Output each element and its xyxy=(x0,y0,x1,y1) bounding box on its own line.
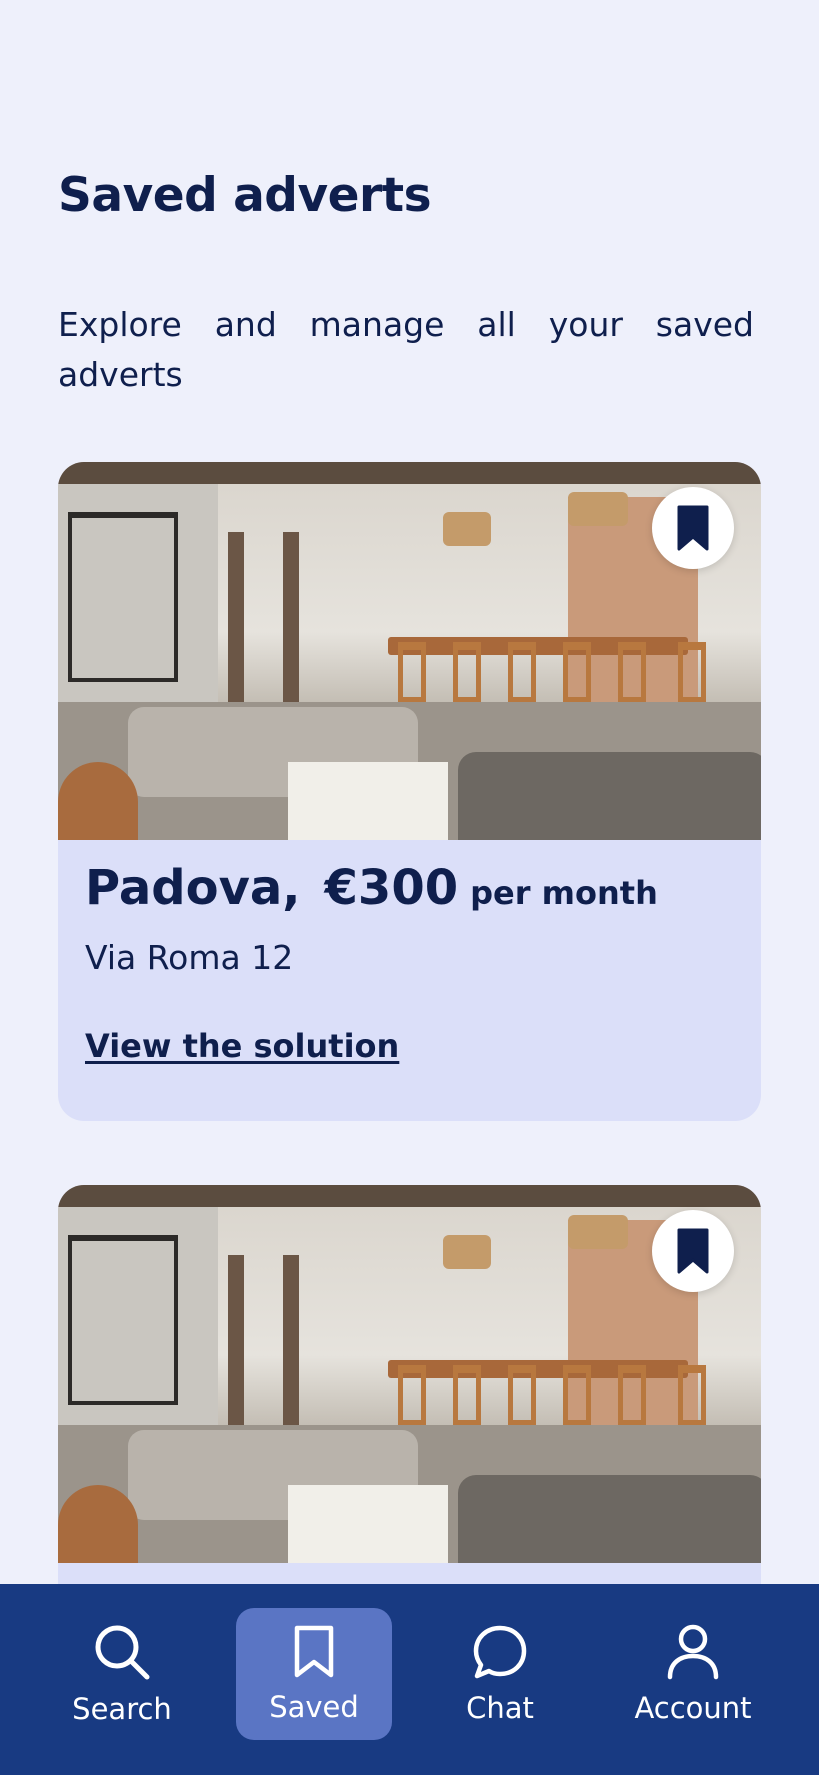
advert-card[interactable]: Padova, €300 per month Via Roma 12 View … xyxy=(58,462,761,1121)
nav-item-account[interactable]: Account xyxy=(620,1608,766,1740)
listing-photo[interactable] xyxy=(58,1185,761,1563)
search-icon xyxy=(95,1625,150,1680)
bookmark-filled-icon xyxy=(677,1228,709,1274)
nav-item-chat[interactable]: Chat xyxy=(432,1608,568,1740)
bookmark-filled-icon xyxy=(677,505,709,551)
advert-details: Padova, €300 per month Via Roma 12 View … xyxy=(58,840,761,1065)
chat-bubble-icon xyxy=(473,1625,527,1679)
user-icon xyxy=(667,1624,719,1680)
view-solution-link[interactable]: View the solution xyxy=(85,1027,399,1065)
nav-item-search[interactable]: Search xyxy=(54,1608,190,1740)
bookmark-button[interactable] xyxy=(652,1210,734,1292)
advert-price: €300 xyxy=(324,860,459,916)
advert-city: Padova, xyxy=(85,860,301,916)
page-subtitle: Explore and manage all your saved advert… xyxy=(58,305,754,394)
listing-photo[interactable] xyxy=(58,462,761,840)
bookmark-icon xyxy=(294,1625,334,1678)
nav-label: Chat xyxy=(466,1691,534,1725)
nav-label: Saved xyxy=(269,1690,359,1724)
page-title: Saved adverts xyxy=(58,168,432,223)
bottom-navigation: Search Saved Chat Account xyxy=(0,1584,819,1775)
nav-item-saved[interactable]: Saved xyxy=(236,1608,392,1740)
bookmark-button[interactable] xyxy=(652,487,734,569)
advert-address: Via Roma 12 xyxy=(85,938,294,977)
nav-label: Account xyxy=(634,1691,752,1725)
saved-adverts-screen: Saved adverts Explore and manage all you… xyxy=(0,0,819,1775)
nav-label: Search xyxy=(72,1692,172,1726)
advert-price-suffix: per month xyxy=(470,874,658,912)
